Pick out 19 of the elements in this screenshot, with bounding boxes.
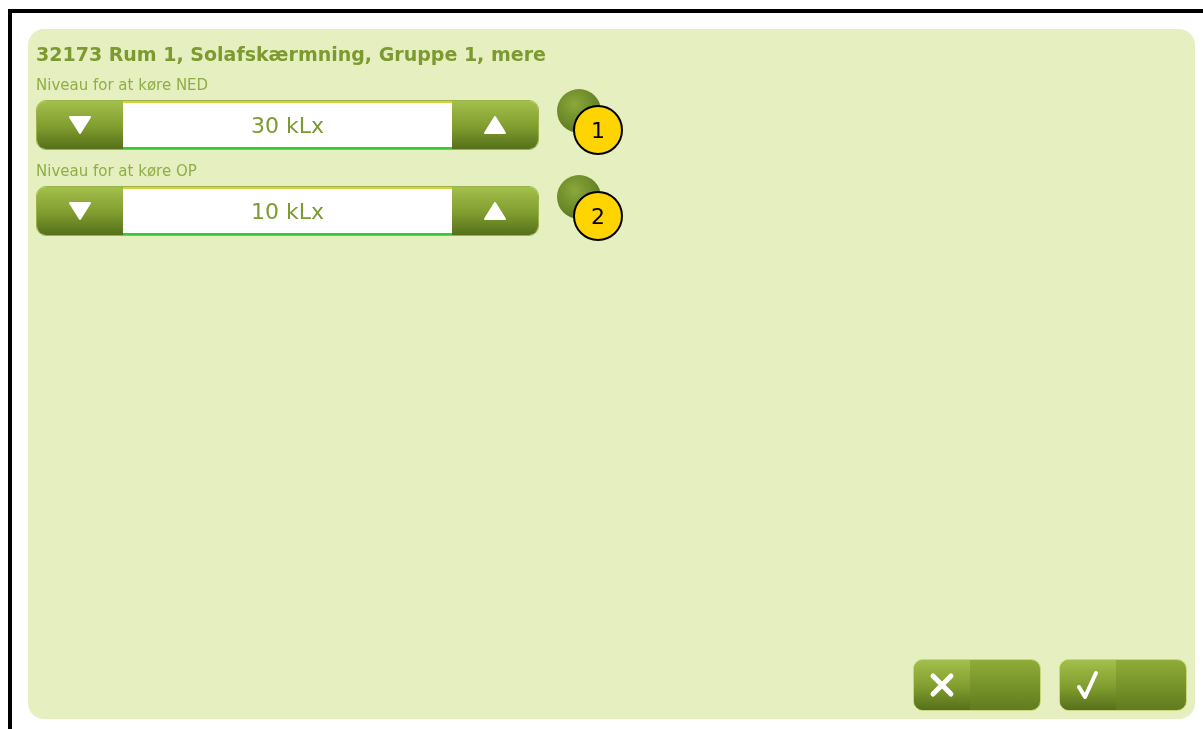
increase-button[interactable] [452, 187, 538, 235]
value-field[interactable]: 10 kLx [123, 187, 452, 235]
confirm-button[interactable] [1059, 659, 1187, 711]
down-triangle-icon [69, 202, 91, 220]
field-label: Niveau for at køre OP [36, 161, 198, 181]
annotation-tooltip: 1 [573, 105, 623, 155]
down-triangle-icon [69, 116, 91, 134]
up-triangle-icon [484, 202, 506, 220]
close-icon [929, 672, 955, 698]
annotation-tooltip: 2 [573, 191, 623, 241]
cancel-button[interactable] [913, 659, 1041, 711]
dialog-title: 32173 Rum 1, Solafskærmning, Gruppe 1, mere [36, 42, 547, 67]
check-icon [1076, 670, 1100, 700]
decrease-button[interactable] [37, 187, 123, 235]
increase-button[interactable] [452, 101, 538, 149]
field-label: Niveau for at køre NED [36, 75, 210, 95]
decrease-button[interactable] [37, 101, 123, 149]
value-field[interactable]: 30 kLx [123, 101, 452, 149]
up-triangle-icon [484, 116, 506, 134]
